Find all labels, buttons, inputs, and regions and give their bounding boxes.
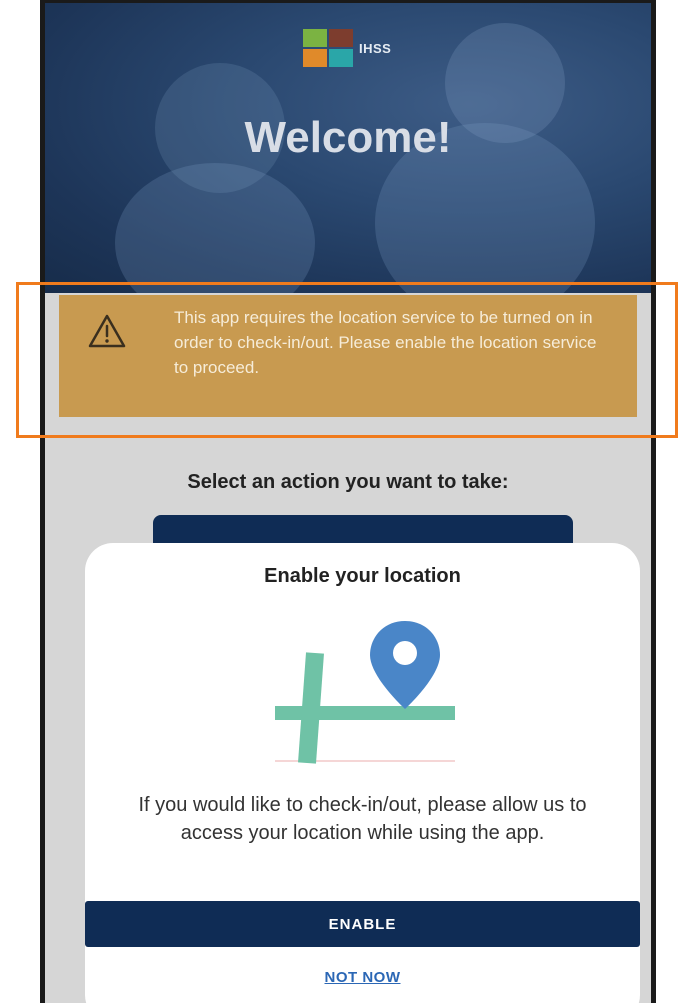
logo-text: IHSS bbox=[359, 40, 392, 56]
warning-message: This app requires the location service t… bbox=[174, 308, 597, 377]
enable-button[interactable]: ENABLE bbox=[85, 901, 640, 947]
hero-banner: IHSS Welcome! bbox=[45, 3, 651, 293]
app-logo: IHSS bbox=[303, 29, 391, 67]
warning-triangle-icon bbox=[87, 313, 127, 354]
not-now-link[interactable]: NOT NOW bbox=[85, 969, 640, 986]
action-prompt: Select an action you want to take: bbox=[187, 471, 509, 493]
enable-location-dialog: Enable your location If you would like t… bbox=[85, 543, 640, 1003]
phone-screen: IHSS Welcome! This app requires the loca… bbox=[40, 0, 656, 1003]
dialog-title: Enable your location bbox=[264, 565, 461, 587]
page-title: Welcome! bbox=[244, 113, 452, 162]
dialog-message: If you would like to check-in/out, pleas… bbox=[138, 794, 587, 844]
map-pin-icon bbox=[265, 613, 465, 778]
location-warning-banner: This app requires the location service t… bbox=[59, 295, 637, 417]
logo-mark bbox=[303, 29, 353, 67]
